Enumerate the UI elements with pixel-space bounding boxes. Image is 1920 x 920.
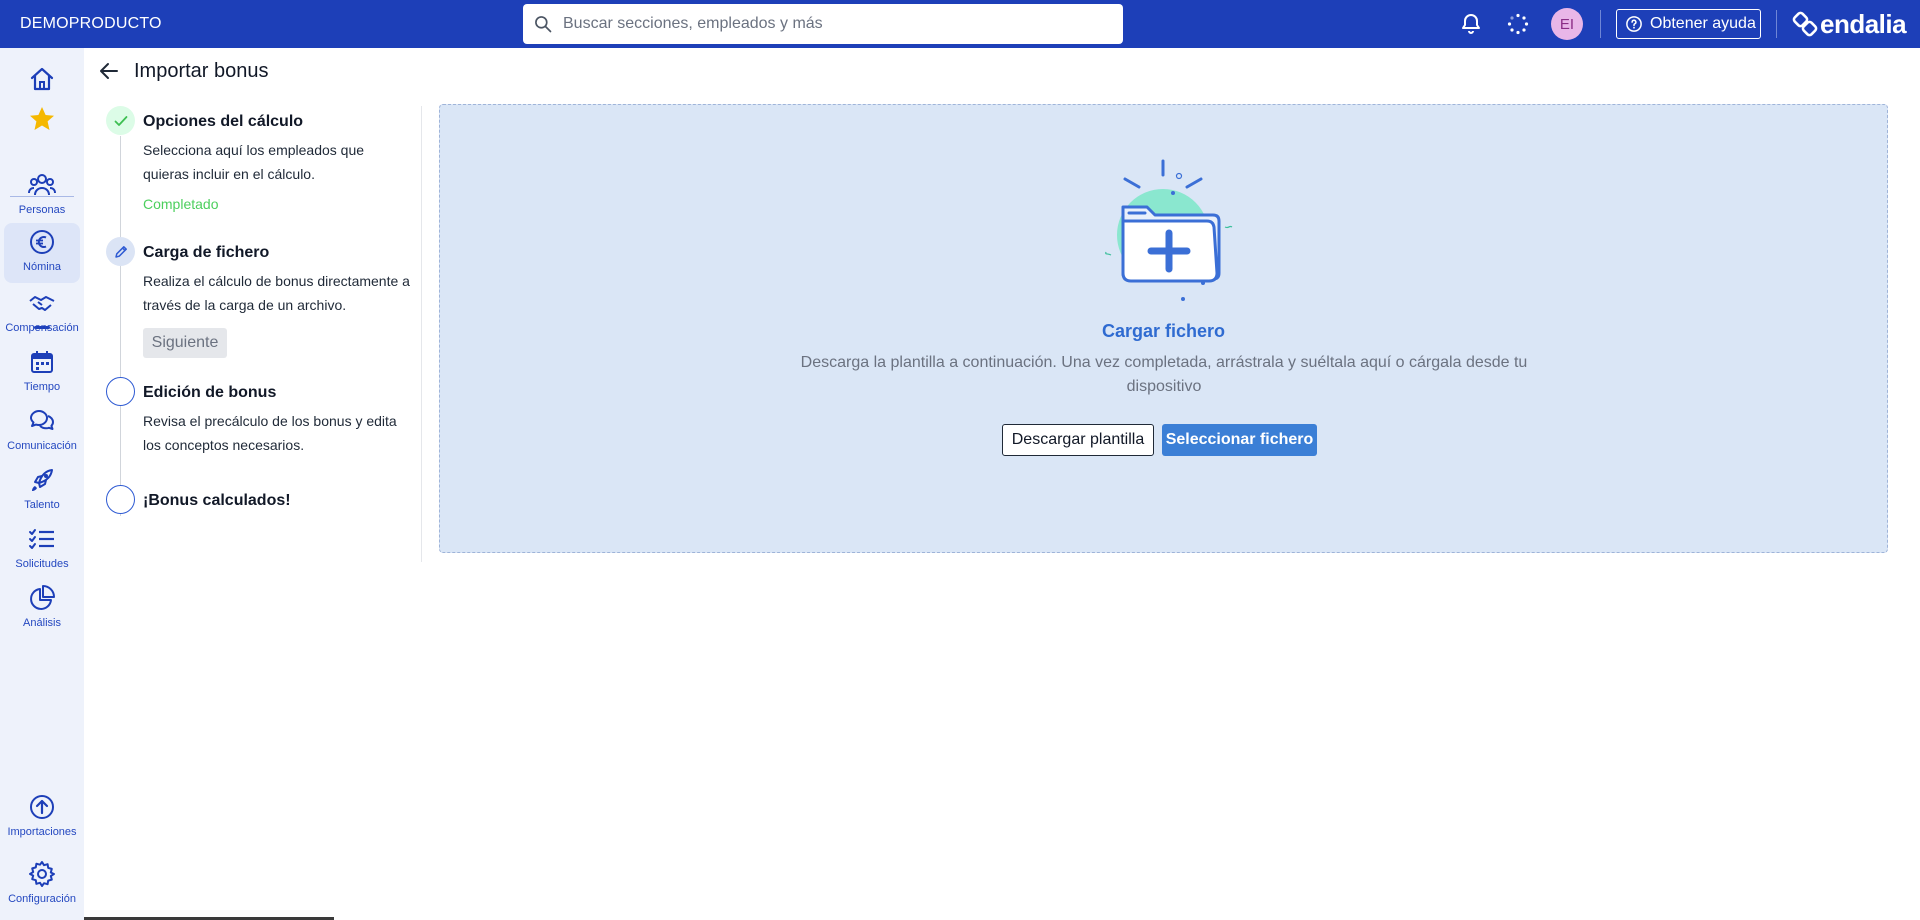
next-button[interactable]: Siguiente: [143, 328, 227, 358]
upload-title: Cargar fichero: [1101, 321, 1226, 341]
step-status-label: Completado: [143, 196, 219, 212]
sidebar-item-talento[interactable]: Talento: [4, 461, 80, 517]
loading-icon: [1507, 13, 1529, 35]
sidebar-label: Importaciones: [7, 826, 77, 838]
back-arrow-icon[interactable]: [98, 60, 120, 82]
endalia-logo-icon: [1792, 11, 1818, 37]
pencil-icon: [114, 245, 127, 258]
rocket-icon: [32, 469, 53, 491]
help-label: Obtener ayuda: [1650, 15, 1756, 32]
step-status-current: [106, 237, 135, 266]
sidebar-label: Solicitudes: [15, 558, 69, 570]
sidebar-item-compensacion[interactable]: Compensación: [4, 284, 80, 340]
search-input[interactable]: Buscar secciones, empleados y más: [523, 4, 1123, 44]
folder-plus-illustration-icon: [1105, 159, 1233, 301]
sidebar-item-nomina[interactable]: Nómina: [4, 223, 80, 283]
pie-chart-icon: [30, 585, 55, 610]
star-icon: [30, 107, 54, 130]
divider: [1600, 10, 1601, 38]
sidebar-label: Configuración: [8, 893, 76, 905]
gear-icon: [29, 861, 55, 887]
checklist-icon: [29, 529, 54, 549]
file-dropzone[interactable]: Cargar fichero Descarga la plantilla a c…: [439, 104, 1888, 553]
check-icon: [114, 115, 127, 126]
divider: [1776, 10, 1777, 38]
upload-description: Descarga la plantilla a continuación. Un…: [800, 354, 1528, 395]
step-status-pending: [106, 485, 135, 514]
search-icon: [535, 16, 552, 33]
chat-icon: [30, 410, 54, 430]
page-title: Importar bonus: [134, 60, 269, 82]
help-button[interactable]: Obtener ayuda: [1616, 9, 1761, 39]
sidebar-label: Tiempo: [23, 381, 61, 393]
upload-circle-icon: [30, 795, 54, 819]
calendar-icon: [31, 351, 53, 373]
step-title: Opciones del cálculo: [143, 113, 304, 130]
sidebar-item-favorites[interactable]: [4, 100, 80, 156]
sidebar-item-importaciones[interactable]: Importaciones: [4, 788, 80, 844]
sidebar-item-configuracion[interactable]: Configuración: [4, 855, 80, 911]
sidebar-label: Personas: [18, 204, 66, 216]
company-name[interactable]: DEMOPRODUCTO: [20, 0, 162, 48]
sidebar-item-solicitudes[interactable]: Solicitudes: [4, 520, 80, 576]
brand-name: endalia: [1820, 8, 1907, 39]
brand-logo[interactable]: endalia: [1792, 8, 1907, 39]
sidebar-item-tiempo[interactable]: Tiempo: [4, 343, 80, 399]
sidebar-label: Compensación: [5, 322, 79, 334]
home-icon: [30, 67, 54, 91]
help-circle-icon: [1626, 16, 1642, 32]
stepper-line: [120, 136, 121, 516]
step-status-done: [106, 106, 135, 135]
avatar[interactable]: EI: [1551, 8, 1583, 40]
step-description: Realiza el cálculo de bonus directamente…: [143, 273, 410, 313]
stepper: Opciones del cálculo Selecciona aquí los…: [104, 106, 422, 562]
sidebar-label: Nómina: [23, 261, 61, 273]
sidebar-item-comunicacion[interactable]: Comunicación: [4, 402, 80, 458]
step-description: Revisa el precálculo de los bonus y edit…: [143, 413, 397, 453]
step-status-pending: [106, 377, 135, 406]
search-placeholder: Buscar secciones, empleados y más: [563, 15, 823, 32]
bell-icon[interactable]: [1459, 12, 1483, 36]
euro-icon: [30, 230, 54, 254]
download-template-button[interactable]: Descargar plantilla: [1002, 424, 1154, 456]
sidebar-item-analisis[interactable]: Análisis: [4, 579, 80, 635]
handshake-icon: [29, 296, 55, 311]
sidebar-item-personas[interactable]: Personas: [4, 166, 80, 222]
step-title: Edición de bonus: [143, 384, 277, 401]
step-description: Selecciona aquí los empleados que quiera…: [143, 142, 365, 182]
people-icon: [28, 174, 56, 196]
sidebar: Personas Nómina Compensación Tiempo Comu…: [0, 48, 84, 920]
sidebar-label: Análisis: [23, 617, 61, 629]
select-file-button[interactable]: Seleccionar fichero: [1162, 424, 1317, 456]
step-title: Carga de fichero: [143, 244, 270, 261]
sidebar-label: Talento: [24, 499, 60, 511]
top-bar: DEMOPRODUCTO Buscar secciones, empleados…: [0, 0, 1920, 48]
step-title: ¡Bonus calculados!: [143, 492, 291, 509]
sidebar-label: Comunicación: [7, 440, 77, 452]
